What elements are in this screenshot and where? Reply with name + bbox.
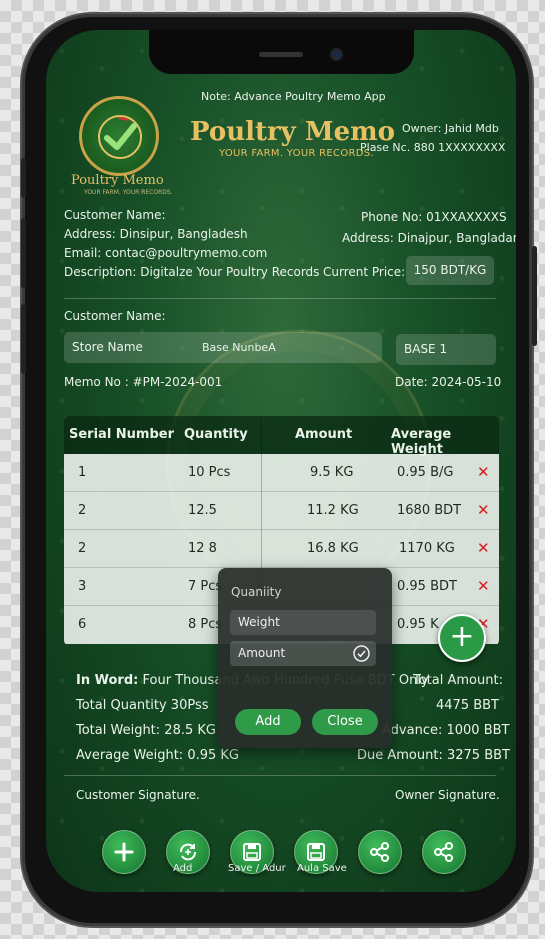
weight-input[interactable]: Weight (230, 610, 376, 635)
total-amount: 4475 BBT (436, 698, 499, 713)
header-average-weight: Average Weight (391, 427, 452, 457)
cell-serial: 3 (78, 579, 87, 594)
check-circle-icon[interactable] (353, 645, 370, 662)
dialog-close-button[interactable]: Close (312, 709, 378, 735)
app-tagline: YOUR FARM. YOUR RECORDS. (219, 148, 374, 159)
delete-row-icon[interactable]: ✕ (477, 463, 490, 481)
cell-serial: 2 (78, 503, 87, 518)
cell-quantity: 10 Pcs (188, 465, 231, 480)
cell-amount: 9.5 KG (310, 465, 354, 480)
due-amount: Due Amount: 3275 BBT (357, 748, 510, 763)
owner-text: Owner: Jahid Mdb (402, 122, 499, 135)
table-row[interactable]: 2 12 8 16.8 KG 1170 KG ✕ (64, 530, 499, 568)
save-label: Save / Adur (228, 863, 286, 874)
camera (332, 50, 341, 59)
refresh-add-icon (180, 843, 196, 861)
memo-date: Date: 2024-05-10 (395, 375, 502, 389)
memo-number: Memo No : #PM-2024-001 (64, 375, 223, 389)
dialog-quantity-label: Quaniity (231, 585, 282, 599)
cell-quantity: 12 8 (188, 541, 217, 556)
notch (149, 30, 414, 74)
delete-row-icon[interactable]: ✕ (477, 577, 490, 595)
add-button[interactable] (102, 830, 146, 874)
add-label: Add (173, 863, 193, 874)
table-row[interactable]: 1 10 Pcs 9.5 KG 0.95 B/G ✕ (64, 454, 499, 492)
table-header: Serial Number Quantity Amount Average We… (64, 416, 499, 457)
current-price-field[interactable]: 150 BDT/KG (406, 256, 494, 285)
rooster-logo-icon (79, 96, 159, 176)
total-weight: Total Weight: 28.5 KG (76, 723, 216, 738)
header-quantity: Quantity (184, 427, 248, 442)
plus-icon (114, 842, 134, 862)
share-icon (434, 842, 453, 862)
phone-header-text: Plase Nc. 880 1XXXXXXXX (360, 141, 506, 154)
address-right: Address: Dinajpur, Bangladans (342, 231, 516, 245)
dialog-add-button[interactable]: Add (235, 709, 301, 735)
customer-name-label: Customer Name: (64, 208, 166, 222)
customer-signature: Customer Signature. (76, 788, 200, 802)
base-select[interactable]: BASE 1 (396, 334, 496, 365)
in-word-title: In Word: (76, 673, 139, 688)
delete-row-icon[interactable]: ✕ (477, 539, 490, 557)
divider (64, 775, 496, 776)
cell-serial: 1 (78, 465, 87, 480)
add-row-button[interactable]: + (438, 614, 486, 662)
cell-amount: 11.2 KG (307, 503, 359, 518)
logo-text: Poultry Memo (71, 173, 164, 188)
share-icon (370, 842, 389, 862)
average-weight-summary: Average Weight: 0.95 KG (76, 748, 239, 763)
customer-description: Description: Digitalze Your Poultry Reco… (64, 265, 320, 279)
note-text: Note: Advance Poultry Memo App (201, 90, 386, 103)
cell-quantity: 12.5 (188, 503, 217, 518)
cell-amount: 16.8 KG (307, 541, 359, 556)
divider (64, 298, 496, 299)
cell-serial: 2 (78, 541, 87, 556)
share-button[interactable] (358, 830, 402, 874)
phone-power-button (532, 246, 537, 346)
base-number-placeholder: Base NunbeA (202, 341, 276, 354)
phone-volume-up-button (21, 218, 26, 288)
advance-amount: Advance: 1000 BBT (382, 723, 510, 738)
save-icon (243, 843, 261, 861)
current-price-label: Current Price: (323, 265, 406, 279)
cell-average-weight: 0.95 K (397, 617, 439, 632)
table-row[interactable]: 2 12.5 11.2 KG 1680 BDT ✕ (64, 492, 499, 530)
logo-subtext: YOUR FARM. YOUR RECORDS. (84, 189, 173, 196)
delete-row-icon[interactable]: ✕ (477, 501, 490, 519)
total-quantity: Total Quantity 30Pss (76, 698, 209, 713)
phone-volume-down-button (21, 304, 26, 374)
total-amount-label: Total Amount: (413, 673, 503, 688)
auto-save-label: Aula Save (297, 863, 347, 874)
phone-mute-button (21, 158, 26, 198)
customer-address: Address: Dinsipur, Bangladesh (64, 227, 248, 241)
store-name-input[interactable]: Store Name Base NunbeA (64, 332, 382, 363)
header-serial: Serial Number (69, 427, 175, 442)
auto-save-icon (307, 843, 325, 861)
cell-serial: 6 (78, 617, 87, 632)
amount-input-label: Amount (238, 646, 286, 660)
form-customer-name-label: Customer Name: (64, 309, 166, 323)
cell-average-weight: 0.95 B/G (397, 465, 454, 480)
cell-average-weight: 1170 KG (399, 541, 455, 556)
store-name-placeholder: Store Name (72, 340, 143, 354)
cell-average-weight: 1680 BDT (397, 503, 462, 518)
speaker (259, 52, 303, 57)
amount-input[interactable]: Amount (230, 641, 376, 666)
customer-email: Email: contac@poultrymemo.com (64, 246, 268, 260)
app-screen: Note: Advance Poultry Memo App Poultry M… (46, 30, 516, 892)
phone-number: Phone No: 01XXAXXXXS (361, 210, 507, 224)
owner-signature: Owner Signature. (395, 788, 500, 802)
share-button-2[interactable] (422, 830, 466, 874)
cell-average-weight: 0.95 BDT (397, 579, 457, 594)
header-amount: Amount (295, 427, 353, 442)
add-item-dialog: Quaniity Weight Amount Add Close (218, 568, 392, 748)
